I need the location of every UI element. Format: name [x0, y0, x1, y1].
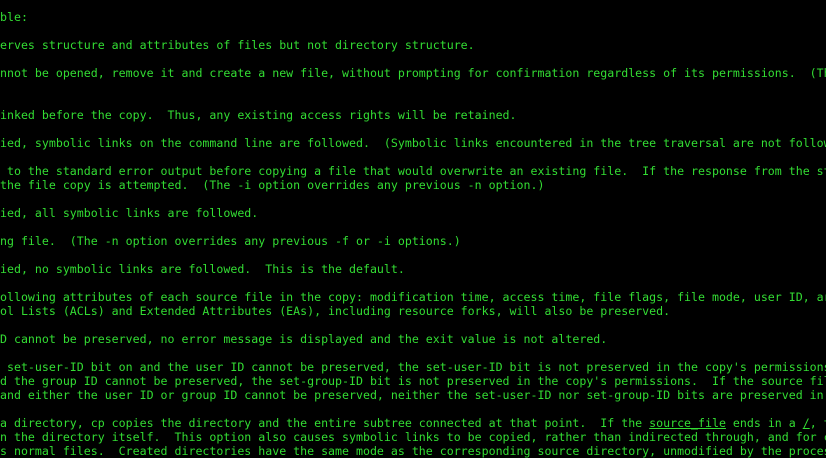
- man-line-5: ied, symbolic links on the command line …: [0, 136, 826, 150]
- man-line-14: set-user-ID bit on and the user ID canno…: [0, 360, 826, 374]
- man-line-17-text: a directory, cp copies the directory and…: [0, 416, 650, 430]
- man-line-18: n the directory itself. This option also…: [0, 430, 826, 444]
- man-line-16: and either the user ID or group ID canno…: [0, 388, 824, 402]
- man-line-17-mid: ends in a: [725, 416, 803, 430]
- source-file-term: source_file: [649, 416, 726, 430]
- terminal-window[interactable]: ble: erves structure and attributes of f…: [0, 0, 826, 458]
- man-line-17: a directory, cp copies the directory and…: [0, 416, 826, 430]
- man-line-8: ied, all symbolic links are followed.: [0, 206, 259, 220]
- man-line-17-end: , t: [809, 416, 826, 430]
- slash-term: /: [802, 416, 810, 430]
- man-line-6: to the standard error output before copy…: [0, 164, 826, 178]
- man-line-4: inked before the copy. Thus, any existin…: [0, 108, 517, 122]
- man-line-12: ol Lists (ACLs) and Extended Attributes …: [0, 304, 671, 318]
- man-line-9: ng file. (The -n option overrides any pr…: [0, 234, 461, 248]
- man-line-7: the file copy is attempted. (The -i opti…: [0, 178, 545, 192]
- man-line-15: d the group ID cannot be preserved, the …: [0, 374, 826, 388]
- man-line-19: s normal files. Created directories have…: [0, 444, 826, 458]
- man-line-3: nnot be opened, remove it and create a n…: [0, 66, 826, 80]
- man-line-10: ied, no symbolic links are followed. Thi…: [0, 262, 405, 276]
- man-line-2: erves structure and attributes of files …: [0, 38, 475, 52]
- man-line-1: ble:: [0, 10, 28, 24]
- man-line-11: ollowing attributes of each source file …: [0, 290, 826, 304]
- man-line-13: D cannot be preserved, no error message …: [0, 332, 608, 346]
